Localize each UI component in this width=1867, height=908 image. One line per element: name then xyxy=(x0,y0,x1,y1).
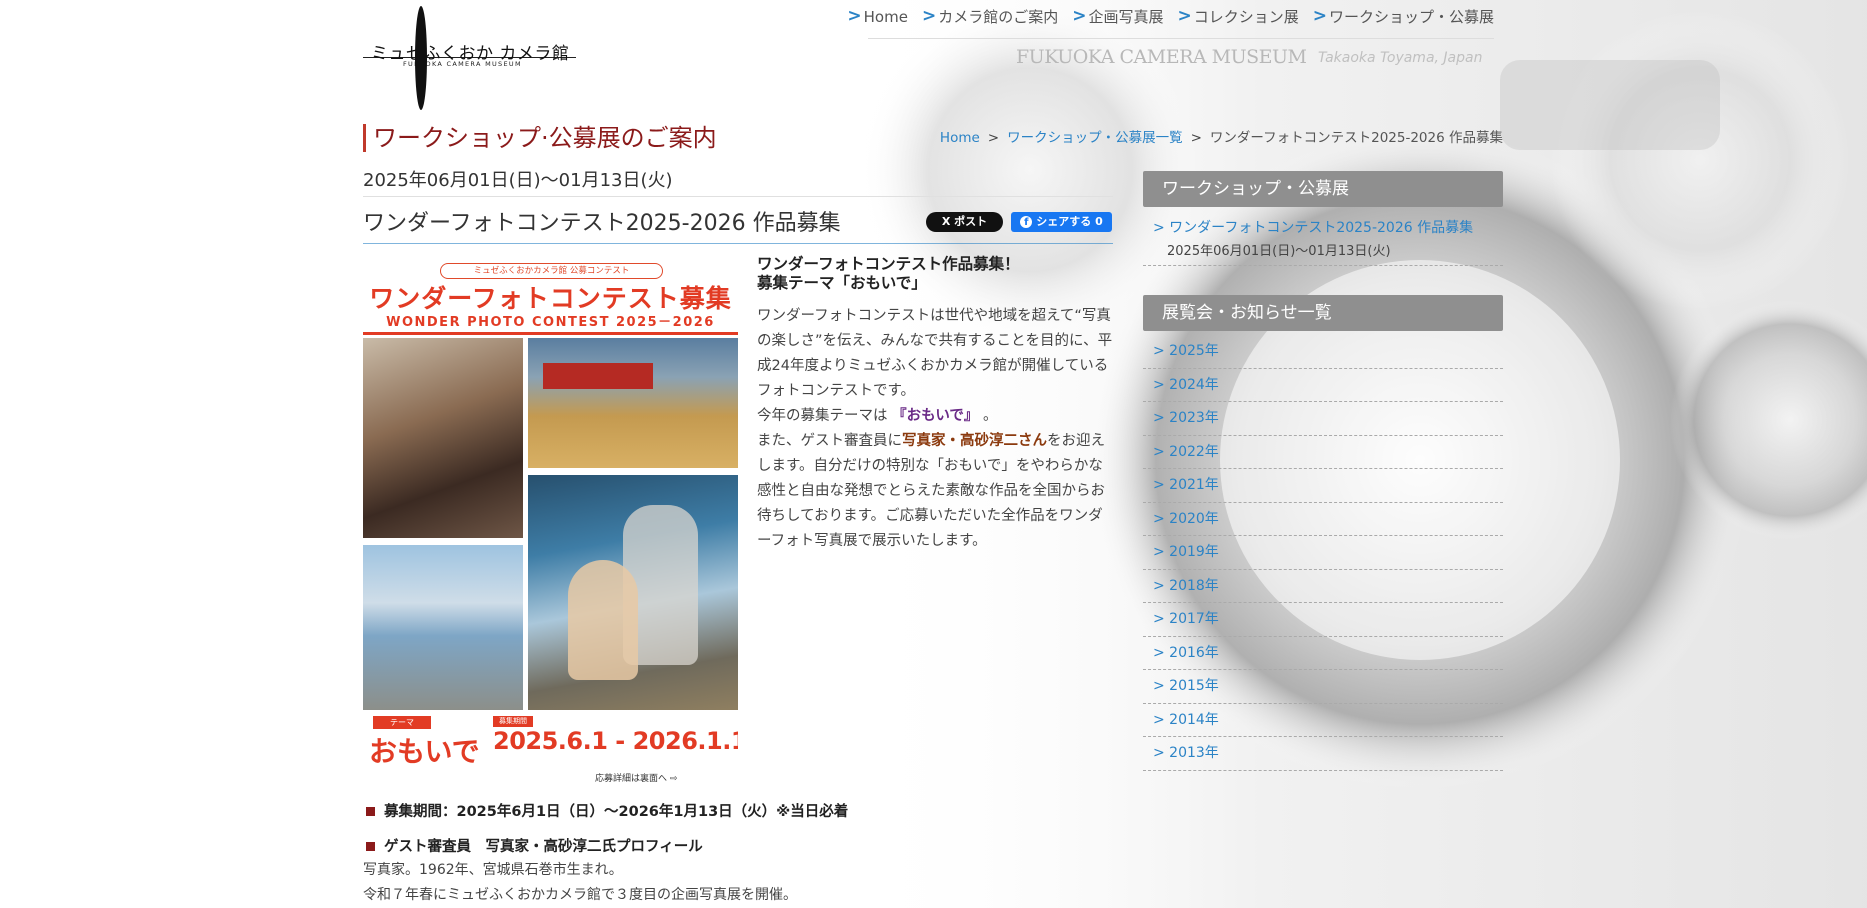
guest-suffix: をお迎えします。自分だけの特別な「おもいで」をやわらかな感性と自由な発想でとらえ… xyxy=(757,433,1105,549)
poster-divider xyxy=(363,332,738,335)
sidebar-year-list: > 2025年 > 2024年 > 2023年 > 2022年 > 2021年 … xyxy=(1143,335,1503,771)
sidebar-year-2020[interactable]: > 2020年 xyxy=(1143,503,1503,536)
sidebar-year-2018[interactable]: > 2018年 xyxy=(1143,570,1503,603)
application-period-text: 募集期間：2025年6月1日（日）〜2026年1月13日（火）※当日必着 xyxy=(384,804,849,820)
theme-suffix: 。 xyxy=(983,408,998,424)
sidebar-year-2013[interactable]: > 2013年 xyxy=(1143,737,1503,771)
chevron-right-icon: > xyxy=(1177,6,1192,26)
poster-subtitle: WONDER PHOTO CONTEST 2025－2026 xyxy=(386,315,715,330)
breadcrumb-list-link[interactable]: ワークショップ・公募展一覧 xyxy=(1007,130,1183,146)
date-divider xyxy=(363,196,1113,197)
article-title: ワンダーフォトコンテスト2025-2026 作品募集 xyxy=(363,211,841,236)
breadcrumb-current: ワンダーフォトコンテスト2025-2026 作品募集 xyxy=(1209,130,1503,146)
theme-highlight: 『おもいで』 xyxy=(892,408,979,424)
sidebar-entry-link[interactable]: > ワンダーフォトコンテスト2025-2026 作品募集 xyxy=(1153,217,1493,237)
poster-badge: ミュゼふくおかカメラ館 公募コンテスト xyxy=(440,263,663,279)
sidebar-year-2016[interactable]: > 2016年 xyxy=(1143,637,1503,670)
sidebar-workshop-entry: > ワンダーフォトコンテスト2025-2026 作品募集 2025年06月01日… xyxy=(1143,207,1503,266)
share-facebook-label: シェアする 0 xyxy=(1036,215,1103,228)
nav-divider xyxy=(868,38,1494,39)
poster-photo-beach xyxy=(363,545,523,710)
application-period: 募集期間：2025年6月1日（日）〜2026年1月13日（火）※当日必着 xyxy=(363,800,848,821)
breadcrumb-separator: > xyxy=(1190,130,1202,146)
lead-line-2: 募集テーマ「おもいで」 xyxy=(757,274,927,292)
chevron-right-icon: > xyxy=(847,6,862,26)
sidebar-entry-date: 2025年06月01日(日)〜01月13日(火) xyxy=(1167,244,1391,259)
page-title: ワークショップ·公募展のご案内 xyxy=(363,124,717,152)
sidebar-news-heading: 展覧会・お知らせ一覧 xyxy=(1143,295,1503,331)
chevron-right-icon: > xyxy=(1072,6,1087,26)
guest-judge-heading-text: ゲスト審査員 写真家・高砂淳二氏プロフィール xyxy=(384,839,703,855)
sidebar-year-2015[interactable]: > 2015年 xyxy=(1143,670,1503,704)
guest-prefix: また、ゲスト審査員に xyxy=(757,433,902,449)
description-theme-line: 今年の募集テーマは 『おもいで』 。 xyxy=(757,404,1117,429)
museum-location: Takaoka Toyama, Japan xyxy=(1318,50,1483,66)
contest-poster-image[interactable]: ミュゼふくおかカメラ館 公募コンテスト ワンダーフォトコンテスト募集 WONDE… xyxy=(363,255,738,785)
poster-photo-train xyxy=(543,363,653,389)
sidebar-year-2017[interactable]: > 2017年 xyxy=(1143,603,1503,637)
chevron-right-icon: > xyxy=(921,6,937,26)
top-navigation: > Home > カメラ館のご案内 > 企画写真展 > コレクション展 > ワークショップ… xyxy=(847,6,1494,27)
facebook-icon: f xyxy=(1020,216,1033,228)
sidebar-year-2021[interactable]: > 2021年 xyxy=(1143,469,1503,503)
nav-item-collection[interactable]: > コレクション展 xyxy=(1177,6,1298,27)
sidebar-year-2022[interactable]: > 2022年 xyxy=(1143,436,1503,469)
poster-photo-train-wheat xyxy=(528,338,738,468)
logo-lens-icon xyxy=(415,6,427,110)
page-container: ミュゼふくおか カメラ館 FUKUOKA CAMERA MUSEUM > Home… xyxy=(363,0,1503,908)
poster-footer: テーマ おもいで 募集期間 2025.6.1 - 2026.1.13 応募詳細は… xyxy=(363,713,738,785)
article-description: ワンダーフォトコンテストは世代や地域を超えて“写真の楽しさ”を伝え、みんなで共有… xyxy=(757,304,1117,554)
description-guest-paragraph: また、ゲスト審査員に写真家・高砂淳二さんをお迎えします。自分だけの特別な「おもい… xyxy=(757,429,1117,554)
museum-name-en: FUKUOKA CAMERA MUSEUM xyxy=(1016,46,1307,68)
poster-photo-water-splash xyxy=(528,475,738,710)
theme-prefix: 今年の募集テーマは xyxy=(757,408,888,424)
nav-item-workshop[interactable]: > ワークショップ・公募展 xyxy=(1313,6,1494,27)
poster-photo-children xyxy=(363,338,523,538)
share-x-button[interactable]: X ポスト xyxy=(926,212,1003,232)
title-divider xyxy=(363,243,1113,244)
article-lead: ワンダーフォトコンテスト作品募集！ 募集テーマ「おもいで」 xyxy=(757,255,1117,293)
sidebar-year-2014[interactable]: > 2014年 xyxy=(1143,704,1503,737)
chevron-right-icon: > xyxy=(1312,6,1327,26)
sidebar-year-2023[interactable]: > 2023年 xyxy=(1143,402,1503,436)
poster-detail-note: 応募詳細は裏面へ ⇨ xyxy=(595,774,678,784)
nav-item-home[interactable]: > Home xyxy=(847,6,908,27)
lead-line-1: ワンダーフォトコンテスト作品募集！ xyxy=(757,255,1020,273)
guest-judge-heading: ゲスト審査員 写真家・高砂淳二氏プロフィール xyxy=(363,835,703,856)
nav-label: カメラ館のご案内 xyxy=(938,8,1059,26)
article-date: 2025年06月01日(日)〜01月13日(火) xyxy=(363,170,673,191)
profile-line-2: 令和７年春にミュゼふくおかカメラ館で３度目の企画写真展を開催。 xyxy=(363,887,797,903)
poster-photo-child xyxy=(568,560,638,680)
breadcrumb: Home > ワークショップ・公募展一覧 > ワンダーフォトコンテスト2025-2026… xyxy=(940,126,1503,146)
square-bullet-icon xyxy=(366,807,375,816)
nav-label: Home xyxy=(863,7,908,26)
breadcrumb-separator: > xyxy=(987,130,1000,146)
nav-item-about[interactable]: > カメラ館のご案内 xyxy=(922,6,1058,27)
poster-dates: 2025.6.1 - 2026.1.13 xyxy=(493,727,738,755)
guest-highlight: 写真家・高砂淳二さん xyxy=(902,433,1047,449)
nav-label: ワークショップ・公募展 xyxy=(1328,8,1494,26)
square-bullet-icon xyxy=(366,842,375,851)
description-paragraph-1: ワンダーフォトコンテストは世代や地域を超えて“写真の楽しさ”を伝え、みんなで共有… xyxy=(757,308,1113,399)
poster-theme-tag: テーマ xyxy=(373,716,431,729)
sidebar-year-2025[interactable]: > 2025年 xyxy=(1143,335,1503,369)
breadcrumb-home-link[interactable]: Home xyxy=(940,130,980,146)
nav-label: 企画写真展 xyxy=(1088,8,1164,26)
share-facebook-button[interactable]: f シェアする 0 xyxy=(1011,212,1112,232)
nav-label: コレクション展 xyxy=(1193,8,1299,26)
poster-title: ワンダーフォトコンテスト募集 xyxy=(369,284,732,313)
sidebar-year-2019[interactable]: > 2019年 xyxy=(1143,536,1503,570)
nav-item-exhibitions[interactable]: > 企画写真展 xyxy=(1072,6,1163,27)
sidebar: ワークショップ・公募展 > ワンダーフォトコンテスト2025-2026 作品募集… xyxy=(1143,171,1503,771)
poster-theme-word: おもいで xyxy=(369,735,480,768)
profile-line-1: 写真家。1962年、宮城県石巻市生まれ。 xyxy=(363,862,623,878)
sidebar-workshop-heading: ワークショップ・公募展 xyxy=(1143,171,1503,207)
sidebar-year-2024[interactable]: > 2024年 xyxy=(1143,369,1503,402)
museum-logo[interactable]: ミュゼふくおか カメラ館 FUKUOKA CAMERA MUSEUM xyxy=(363,6,583,110)
poster-period-tag: 募集期間 xyxy=(493,716,533,727)
